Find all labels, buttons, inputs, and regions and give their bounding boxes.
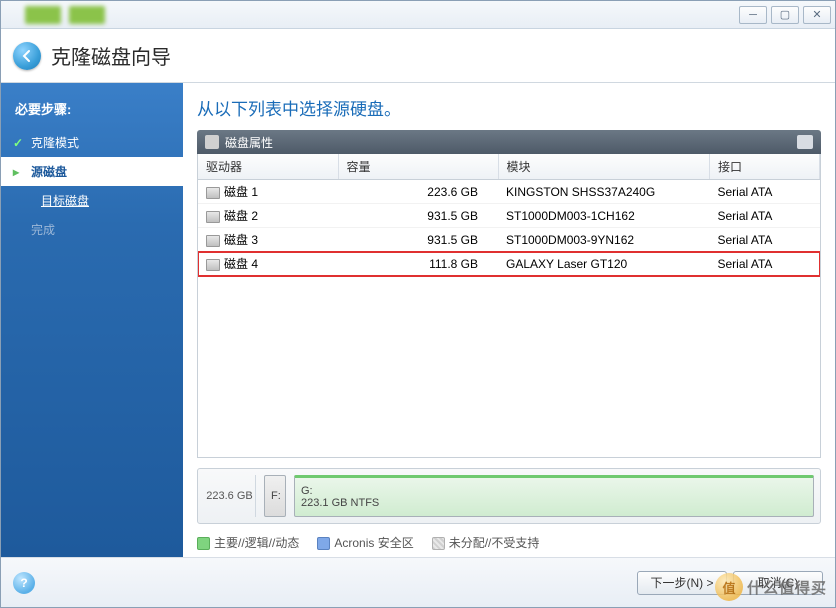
titlebar: ─ ▢ ✕ <box>1 1 835 29</box>
legend-swatch-acronis <box>317 537 330 550</box>
cancel-button[interactable]: 取消(C) <box>733 571 823 595</box>
footer: ? 下一步(N) > 取消(C) <box>1 557 835 607</box>
legend-swatch-primary <box>197 537 210 550</box>
sidebar-item-active[interactable]: 源磁盘 <box>1 157 183 186</box>
disk-icon <box>206 187 220 199</box>
panel-options-icon[interactable] <box>797 135 813 149</box>
column-header[interactable]: 容量 <box>338 154 498 180</box>
sidebar-item-disabled: 完成 <box>1 215 183 244</box>
sidebar-heading: 必要步骤: <box>1 93 183 128</box>
table-row[interactable]: 磁盘 2931.5 GBST1000DM003-1CH162Serial ATA <box>198 204 820 228</box>
minimize-button[interactable]: ─ <box>739 6 767 24</box>
table-row[interactable]: 磁盘 4111.8 GBGALAXY Laser GT120Serial ATA <box>198 252 820 276</box>
blur-btn-2 <box>69 6 105 24</box>
disk-table: 驱动器容量模块接口 磁盘 1223.6 GBKINGSTON SHSS37A24… <box>198 154 820 276</box>
column-header[interactable]: 驱动器 <box>198 154 338 180</box>
sidebar-item-done[interactable]: 克隆模式 <box>1 128 183 157</box>
blur-btn-1 <box>25 6 61 24</box>
close-button[interactable]: ✕ <box>803 6 831 24</box>
legend-swatch-unalloc <box>432 537 445 550</box>
column-header[interactable]: 模块 <box>498 154 710 180</box>
panel-header: 磁盘属性 <box>197 130 821 154</box>
arrow-left-icon <box>20 49 34 63</box>
page-title: 克隆磁盘向导 <box>51 41 171 70</box>
legend: 主要//逻辑//动态 Acronis 安全区 未分配//不受支持 <box>197 524 821 557</box>
partition-g[interactable]: G: 223.1 GB NTFS <box>294 475 814 517</box>
panel-header-title: 磁盘属性 <box>225 134 273 151</box>
help-button[interactable]: ? <box>13 572 35 594</box>
next-button[interactable]: 下一步(N) > <box>637 571 727 595</box>
back-button[interactable] <box>13 42 41 70</box>
main-panel: 从以下列表中选择源硬盘。 磁盘属性 驱动器容量模块接口 磁盘 1223.6 GB… <box>183 83 835 557</box>
sidebar: 必要步骤: 克隆模式源磁盘目标磁盘完成 <box>1 83 183 557</box>
disk-icon <box>205 135 219 149</box>
disk-visualization: 223.6 GB F: G: 223.1 GB NTFS <box>197 468 821 524</box>
sidebar-item-sub[interactable]: 目标磁盘 <box>1 186 183 215</box>
header: 克隆磁盘向导 <box>1 29 835 83</box>
table-row[interactable]: 磁盘 1223.6 GBKINGSTON SHSS37A240GSerial A… <box>198 180 820 204</box>
disk-icon <box>206 259 220 271</box>
column-header[interactable]: 接口 <box>710 154 820 180</box>
main-title: 从以下列表中选择源硬盘。 <box>197 95 821 120</box>
table-row[interactable]: 磁盘 3931.5 GBST1000DM003-9YN162Serial ATA <box>198 228 820 252</box>
partition-f[interactable]: F: <box>264 475 286 517</box>
disk-icon <box>206 211 220 223</box>
viz-total-size: 223.6 GB <box>204 475 256 517</box>
maximize-button[interactable]: ▢ <box>771 6 799 24</box>
disk-icon <box>206 235 220 247</box>
